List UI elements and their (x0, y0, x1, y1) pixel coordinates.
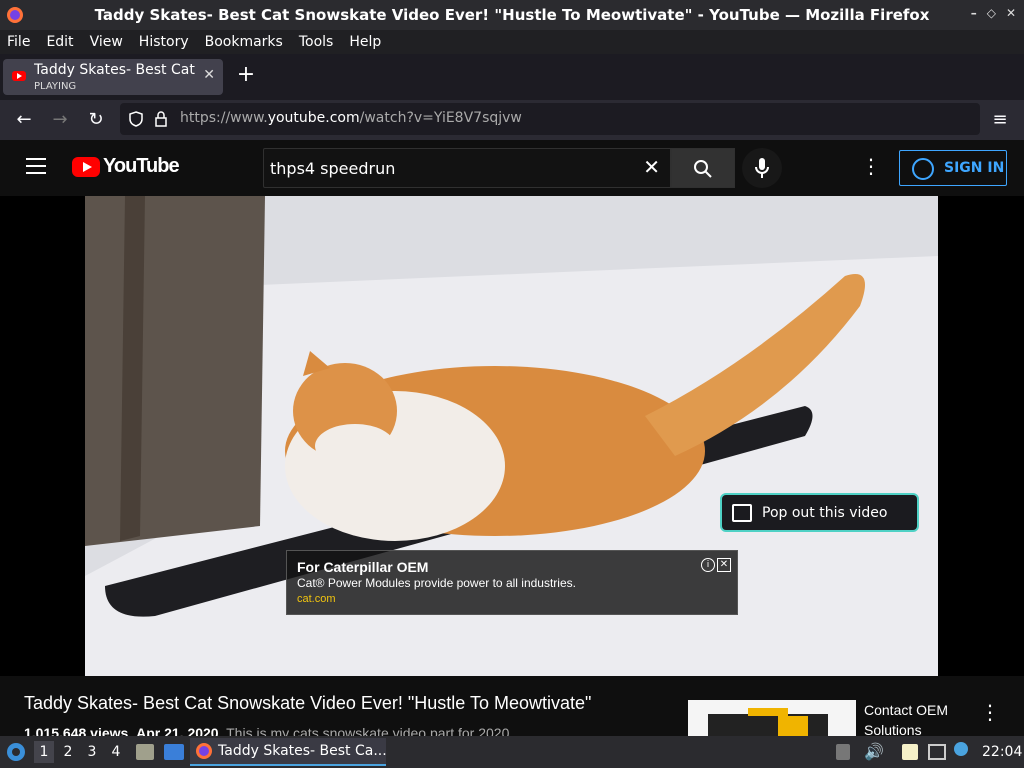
side-ad-more-icon[interactable]: ⋮ (980, 700, 1000, 724)
close-window-icon[interactable]: ✕ (1006, 6, 1016, 20)
tray-icon[interactable] (836, 744, 850, 760)
search-icon (694, 160, 712, 178)
sign-in-label: SIGN IN (944, 160, 1005, 176)
video-title: Taddy Skates- Best Cat Snowskate Video E… (24, 693, 592, 713)
search-input[interactable] (270, 157, 630, 179)
new-tab-button[interactable]: + (234, 62, 258, 87)
clipboard-icon[interactable] (902, 744, 918, 760)
ad-headline[interactable]: For Caterpillar OEM (297, 559, 428, 575)
search-box[interactable]: ✕ (263, 148, 671, 188)
pop-out-icon (732, 504, 752, 522)
maximize-icon[interactable]: ◇ (987, 6, 996, 20)
workspace-3[interactable]: 3 (82, 744, 102, 760)
menu-view[interactable]: View (90, 34, 123, 50)
desktop-icon[interactable] (164, 744, 184, 760)
window-title: Taddy Skates- Best Cat Snowskate Video E… (94, 6, 930, 24)
clock: 22:04 (982, 744, 1023, 760)
side-ad-title[interactable]: Contact OEM Solutions (864, 700, 974, 740)
video-info: Taddy Skates- Best Cat Snowskate Video E… (0, 676, 1024, 741)
taskbar: 1 2 3 4 Taddy Skates- Best Ca... 🔊 22:04 (0, 736, 1024, 768)
taskbar-window-title: Taddy Skates- Best Ca... (218, 743, 387, 759)
youtube-favicon-icon (12, 71, 26, 81)
youtube-logo-icon[interactable] (72, 157, 100, 177)
workspace-2[interactable]: 2 (58, 744, 78, 760)
hamburger-menu-icon[interactable] (26, 158, 46, 174)
workspace-1[interactable]: 1 (34, 741, 54, 763)
account-icon (912, 158, 934, 180)
shield-icon[interactable] (128, 111, 144, 127)
close-tab-icon[interactable]: ✕ (203, 67, 215, 83)
volume-icon[interactable]: 🔊 (864, 742, 884, 761)
url-bar[interactable]: https://www.youtube.com/watch?v=YiE8V7sq… (120, 103, 980, 135)
forward-icon[interactable]: → (48, 108, 72, 132)
youtube-logo-text[interactable]: YouTube (103, 155, 180, 178)
tab-status: PLAYING (34, 81, 77, 92)
search-button[interactable] (671, 148, 735, 188)
microphone-icon (755, 158, 769, 178)
menu-tools[interactable]: Tools (299, 34, 334, 50)
url-text: https://www.youtube.com/watch?v=YiE8V7sq… (180, 110, 522, 126)
menu-help[interactable]: Help (349, 34, 381, 50)
sign-in-button[interactable]: SIGN IN (899, 150, 1007, 186)
app-menu-icon[interactable]: ≡ (988, 108, 1012, 132)
notification-icon[interactable] (954, 742, 968, 756)
firefox-icon (196, 743, 212, 759)
machine-image (708, 708, 828, 736)
minimize-icon[interactable]: – (971, 6, 977, 20)
menu-file[interactable]: File (7, 34, 30, 50)
ad-link[interactable]: cat.com (297, 593, 336, 605)
tab-bar: Taddy Skates- Best Cat S PLAYING ✕ + (0, 54, 1024, 100)
tab-youtube[interactable]: Taddy Skates- Best Cat S PLAYING ✕ (3, 59, 223, 95)
file-manager-icon[interactable] (136, 744, 154, 760)
tab-title: Taddy Skates- Best Cat S (34, 62, 198, 78)
lock-icon[interactable] (154, 111, 168, 127)
overlay-ad[interactable]: For Caterpillar OEM Cat® Power Modules p… (286, 550, 738, 615)
back-icon[interactable]: ← (12, 108, 36, 132)
more-options-icon[interactable]: ⋮ (861, 154, 881, 178)
side-ad-thumbnail[interactable] (688, 700, 856, 736)
menu-history[interactable]: History (139, 34, 189, 50)
clear-search-icon[interactable]: ✕ (643, 155, 660, 179)
taskbar-window-firefox[interactable]: Taddy Skates- Best Ca... (190, 738, 387, 766)
window-titlebar: Taddy Skates- Best Cat Snowskate Video E… (0, 0, 1024, 30)
start-menu-icon[interactable] (6, 742, 26, 762)
pop-out-video-button[interactable]: Pop out this video (720, 493, 919, 532)
ad-info-icon[interactable]: i (701, 558, 715, 572)
menu-edit[interactable]: Edit (46, 34, 73, 50)
youtube-header: YouTube ✕ ⋮ SIGN IN (0, 140, 1024, 196)
menu-bookmarks[interactable]: Bookmarks (205, 34, 283, 50)
firefox-icon (7, 7, 23, 23)
ad-close-icon[interactable]: ✕ (717, 558, 731, 572)
network-icon[interactable] (928, 744, 946, 760)
ad-description: Cat® Power Modules provide power to all … (297, 576, 576, 590)
workspace-4[interactable]: 4 (106, 744, 126, 760)
reload-icon[interactable]: ↻ (84, 108, 108, 132)
menu-bar: File Edit View History Bookmarks Tools H… (0, 30, 1024, 54)
voice-search-button[interactable] (742, 148, 782, 188)
pop-out-label: Pop out this video (762, 504, 888, 521)
